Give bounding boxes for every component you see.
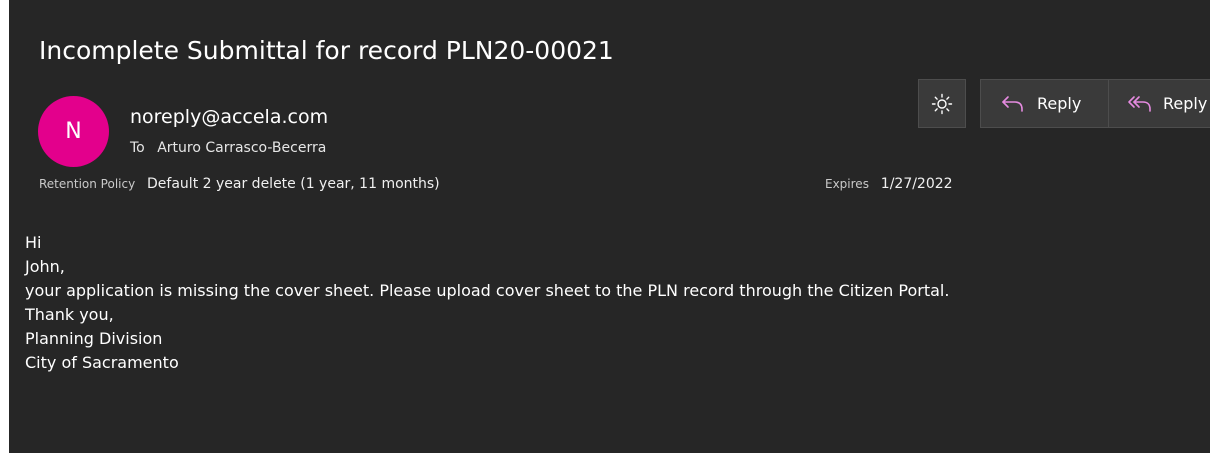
reply-all-arrow-icon	[1128, 95, 1151, 112]
retention-policy-label: Retention Policy	[39, 177, 136, 191]
body-line-greeting: Hi	[25, 233, 42, 252]
sender-avatar[interactable]: N	[38, 96, 109, 167]
reply-all-button-label: Reply	[1163, 94, 1208, 113]
to-label: To	[130, 140, 145, 156]
expires-date: 1/27/2022	[880, 176, 953, 192]
sender-avatar-initial: N	[65, 119, 82, 144]
reply-button[interactable]: Reply	[980, 79, 1109, 128]
email-body: Hi John, your application is missing the…	[25, 231, 949, 375]
expiry-info: Expires 1/27/2022	[825, 174, 953, 194]
retention-policy-value: Default 2 year delete (1 year, 11 months…	[147, 176, 440, 192]
switch-background-button[interactable]	[918, 79, 966, 128]
recipient-line: To Arturo Carrasco-Becerra	[130, 138, 326, 158]
reply-button-label: Reply	[1037, 94, 1082, 113]
body-line-recipient: John,	[25, 257, 65, 276]
sun-icon	[931, 93, 953, 114]
retention-policy: Retention Policy Default 2 year delete (…	[39, 174, 440, 194]
reply-arrow-icon	[1002, 95, 1023, 112]
expires-label: Expires	[825, 177, 869, 191]
body-line-closing: Thank you,	[25, 305, 114, 324]
email-reading-pane: Incomplete Submittal for record PLN20-00…	[9, 0, 1210, 453]
body-line-message: your application is missing the cover sh…	[25, 281, 950, 300]
email-subject: Incomplete Submittal for record PLN20-00…	[39, 36, 614, 65]
body-line-signature-city: City of Sacramento	[25, 353, 179, 372]
body-line-signature-division: Planning Division	[25, 329, 163, 348]
recipient-name[interactable]: Arturo Carrasco-Becerra	[157, 140, 326, 156]
reply-all-button[interactable]: Reply	[1108, 79, 1210, 128]
sender-email[interactable]: noreply@accela.com	[130, 104, 328, 130]
